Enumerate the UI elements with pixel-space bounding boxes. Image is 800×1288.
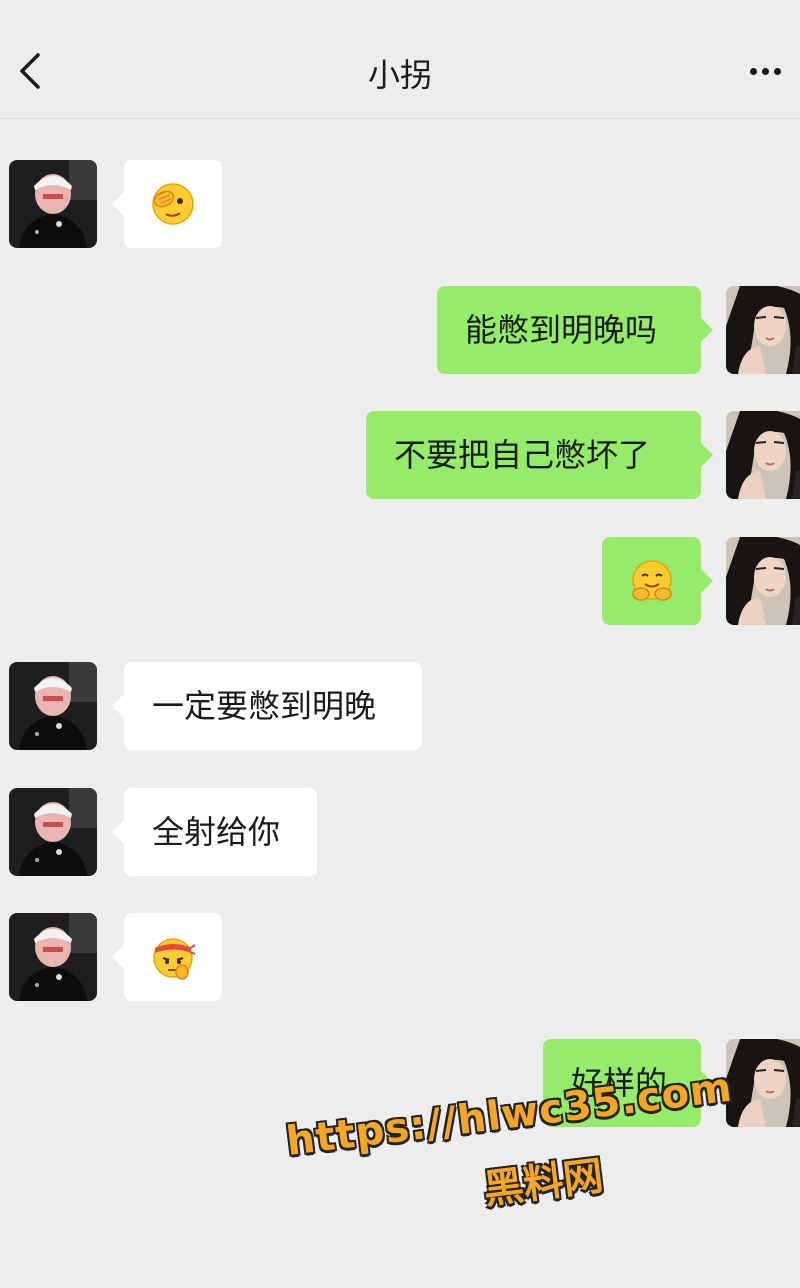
dot-icon — [750, 68, 757, 75]
outgoing-text-bubble[interactable]: 能憋到明晚吗 — [437, 286, 713, 374]
message-text: 全射给你 — [152, 813, 281, 851]
dot-icon — [762, 68, 769, 75]
contact-avatar[interactable] — [9, 913, 97, 1001]
outgoing-text-bubble[interactable]: 好样的 — [543, 1039, 713, 1127]
chat-title: 小拐 — [367, 56, 432, 94]
message-text: 能憋到明晚吗 — [465, 311, 658, 349]
contact-avatar[interactable] — [9, 662, 97, 750]
face-with-hand-over-eye-emoji-icon — [152, 183, 194, 225]
incoming-emoji-bubble[interactable] — [112, 913, 222, 1001]
incoming-text-bubble[interactable]: 一定要憋到明晚 — [112, 662, 422, 750]
incoming-emoji-bubble[interactable] — [112, 160, 222, 248]
more-options-button[interactable] — [750, 58, 800, 84]
headband-determined-face-emoji-icon — [153, 938, 196, 980]
message-text: 好样的 — [571, 1064, 668, 1102]
self-avatar[interactable] — [726, 1039, 800, 1127]
self-avatar[interactable] — [726, 411, 800, 499]
hugging-face-emoji-icon — [631, 560, 672, 601]
self-avatar[interactable] — [726, 286, 800, 374]
message-text: 不要把自己憋坏了 — [394, 436, 651, 474]
chat-header: 小拐 — [0, 0, 800, 119]
watermark-label: 黑料网 — [481, 1152, 606, 1214]
self-avatar[interactable] — [726, 537, 800, 625]
contact-avatar[interactable] — [9, 160, 97, 248]
contact-avatar[interactable] — [9, 788, 97, 876]
dot-icon — [774, 68, 781, 75]
outgoing-emoji-bubble[interactable] — [602, 537, 713, 625]
message-text: 一定要憋到明晚 — [152, 687, 377, 725]
incoming-text-bubble[interactable]: 全射给你 — [112, 788, 317, 876]
outgoing-text-bubble[interactable]: 不要把自己憋坏了 — [366, 411, 713, 499]
